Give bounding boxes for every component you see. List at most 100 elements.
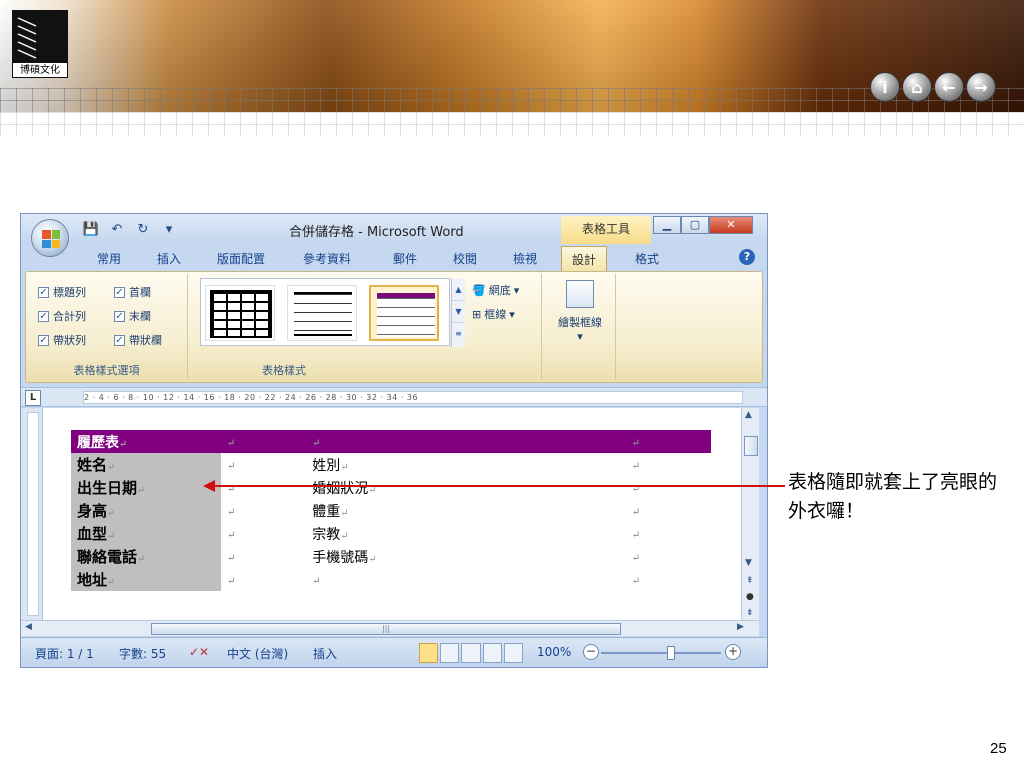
draw-borders-button[interactable]: 繪製框線 ▾ xyxy=(552,278,608,368)
web-layout-icon[interactable] xyxy=(461,643,481,663)
checkbox-icon[interactable]: ✓ xyxy=(114,286,125,298)
window-controls: ▁ ▢ ✕ xyxy=(653,216,753,234)
view-buttons xyxy=(419,643,524,663)
tab-design[interactable]: 設計 xyxy=(561,246,608,272)
status-language[interactable]: 中文 (台灣) xyxy=(227,645,288,662)
office-button[interactable] xyxy=(31,219,69,257)
option-banded-rows[interactable]: ✓ 帶狀列 xyxy=(38,332,86,348)
checkbox-icon[interactable]: ✓ xyxy=(114,334,125,346)
tab-page-layout[interactable]: 版面配置 xyxy=(217,250,265,267)
zoom-slider[interactable] xyxy=(601,646,721,660)
tab-references[interactable]: 參考資料 xyxy=(303,250,351,267)
page-number: 25 xyxy=(990,740,1007,757)
tab-home[interactable]: 常用 xyxy=(97,250,121,267)
status-word-count[interactable]: 字數: 55 xyxy=(119,645,166,662)
scroll-thumb[interactable] xyxy=(744,436,758,456)
save-icon[interactable]: 💾 xyxy=(81,220,101,238)
prev-page-icon[interactable]: ⇞ xyxy=(746,576,754,586)
borders-icon: ⊞ xyxy=(472,307,482,321)
annotation-arrow-head-icon xyxy=(203,480,215,492)
window-title: 合併儲存格 - Microsoft Word xyxy=(289,225,464,240)
help-icon[interactable]: ? xyxy=(739,249,755,265)
shading-button[interactable]: 🪣 網底 ▾ xyxy=(472,282,519,298)
full-screen-reading-icon[interactable] xyxy=(440,643,460,663)
minimize-icon[interactable]: ▁ xyxy=(653,216,681,234)
row-label[interactable]: 出生日期↵ xyxy=(71,476,221,499)
table-tools-context-tab: 表格工具 xyxy=(561,216,651,244)
zoom-in-icon[interactable]: + xyxy=(725,644,741,660)
undo-icon[interactable]: ↶ xyxy=(107,220,127,238)
scroll-right-icon[interactable]: ▶ xyxy=(737,622,744,632)
scroll-left-icon[interactable]: ◀ xyxy=(25,622,32,632)
table-styles-gallery: ▲ ▼ ≡ xyxy=(200,278,465,347)
scroll-down-icon[interactable]: ▼ xyxy=(745,558,752,568)
horizontal-scrollbar[interactable]: ◀ ||| ▶ xyxy=(21,620,759,636)
checkbox-icon[interactable]: ✓ xyxy=(114,310,125,322)
scroll-up-icon[interactable]: ▲ xyxy=(745,410,752,420)
draft-icon[interactable] xyxy=(503,643,524,663)
table-row: 地址↵ ↵ ↵ ↵ xyxy=(71,568,711,591)
table-style-selected[interactable] xyxy=(369,285,439,341)
logo-mark-icon xyxy=(17,17,37,59)
row-label[interactable]: 姓名↵ xyxy=(71,453,221,476)
info-icon[interactable]: i xyxy=(870,72,900,102)
checkbox-icon[interactable]: ✓ xyxy=(38,310,49,322)
row-label[interactable]: 血型↵ xyxy=(71,522,221,545)
print-layout-icon[interactable] xyxy=(419,643,439,663)
checkbox-icon[interactable]: ✓ xyxy=(38,334,49,346)
browse-object-icon[interactable]: ● xyxy=(746,592,754,602)
spelling-check-icon[interactable]: ✓✕ xyxy=(189,645,209,659)
forward-arrow-icon[interactable]: → xyxy=(966,72,996,102)
gallery-scroll[interactable]: ▲ ▼ ≡ xyxy=(451,279,465,347)
zoom-out-icon[interactable]: − xyxy=(583,644,599,660)
zoom-level[interactable]: 100% xyxy=(537,645,571,659)
customize-qat-icon[interactable]: ▾ xyxy=(159,220,179,238)
table-header-cell[interactable]: 履歷表↵ xyxy=(71,430,221,453)
tab-format[interactable]: 格式 xyxy=(635,250,659,267)
mid-label[interactable]: 手機號碼↵ xyxy=(306,545,625,568)
row-label[interactable]: 地址↵ xyxy=(71,568,221,591)
outline-icon[interactable] xyxy=(482,643,502,663)
tab-view[interactable]: 檢視 xyxy=(513,250,537,267)
zoom-slider-knob[interactable] xyxy=(667,646,675,660)
document-area[interactable]: 履歷表↵ ↵ ↵ ↵ 姓名↵ ↵ 姓別↵ ↵ 出生日期↵ ↵ 婚姻狀況↵ ↵ 身… xyxy=(43,408,741,620)
table-style-plain[interactable] xyxy=(287,285,357,341)
pencil-icon xyxy=(566,280,594,308)
ribbon-tabs: 常用 插入 版面配置 參考資料 郵件 校閱 檢視 設計 格式 ? xyxy=(21,246,767,272)
tab-insert[interactable]: 插入 xyxy=(157,250,181,267)
mid-label[interactable]: 宗教↵ xyxy=(306,522,625,545)
mid-label[interactable]: ↵ xyxy=(306,568,625,591)
redo-icon[interactable]: ↻ xyxy=(133,220,153,238)
back-arrow-icon[interactable]: ← xyxy=(934,72,964,102)
vertical-scrollbar[interactable]: ▲ ▼ ⇞ ● ⇟ xyxy=(741,408,759,620)
status-page[interactable]: 頁面: 1 / 1 xyxy=(35,645,94,662)
close-icon[interactable]: ✕ xyxy=(709,216,753,234)
row-label[interactable]: 身高↵ xyxy=(71,499,221,522)
horizontal-ruler: L 2 · 4 · 6 · 8 · 10 · 12 · 14 · 16 · 18… xyxy=(21,387,767,407)
ruler-scale: 2 · 4 · 6 · 8 · 10 · 12 · 14 · 16 · 18 ·… xyxy=(83,391,743,404)
row-label[interactable]: 聯絡電話↵ xyxy=(71,545,221,568)
option-header-row[interactable]: ✓ 標題列 xyxy=(38,284,86,300)
tab-review[interactable]: 校閱 xyxy=(453,250,477,267)
word-window: 💾 ↶ ↻ ▾ 合併儲存格 - Microsoft Word 表格工具 ▁ ▢ … xyxy=(20,213,768,668)
slide-nav-buttons: i ⌂ ← → xyxy=(870,72,996,102)
table-style-grid[interactable] xyxy=(205,285,275,341)
home-icon[interactable]: ⌂ xyxy=(902,72,932,102)
scroll-thumb[interactable]: ||| xyxy=(151,623,621,635)
option-last-column[interactable]: ✓ 末欄 xyxy=(114,308,151,324)
mid-label[interactable]: 婚姻狀況↵ xyxy=(306,476,625,499)
title-bar: 💾 ↶ ↻ ▾ 合併儲存格 - Microsoft Word 表格工具 ▁ ▢ … xyxy=(21,214,767,244)
borders-button[interactable]: ⊞ 框線 ▾ xyxy=(472,306,515,322)
option-total-row[interactable]: ✓ 合計列 xyxy=(38,308,86,324)
mid-label[interactable]: 體重↵ xyxy=(306,499,625,522)
status-insert-mode[interactable]: 插入 xyxy=(313,645,337,662)
option-first-column[interactable]: ✓ 首欄 xyxy=(114,284,151,300)
option-banded-columns[interactable]: ✓ 帶狀欄 xyxy=(114,332,162,348)
tab-mailings[interactable]: 郵件 xyxy=(393,250,417,267)
next-page-icon[interactable]: ⇟ xyxy=(746,608,754,618)
maximize-icon[interactable]: ▢ xyxy=(681,216,709,234)
tab-selector-icon[interactable]: L xyxy=(25,390,41,406)
checkbox-icon[interactable]: ✓ xyxy=(38,286,49,298)
logo-text: 博碩文化 xyxy=(12,62,68,78)
mid-label[interactable]: 姓別↵ xyxy=(306,453,625,476)
